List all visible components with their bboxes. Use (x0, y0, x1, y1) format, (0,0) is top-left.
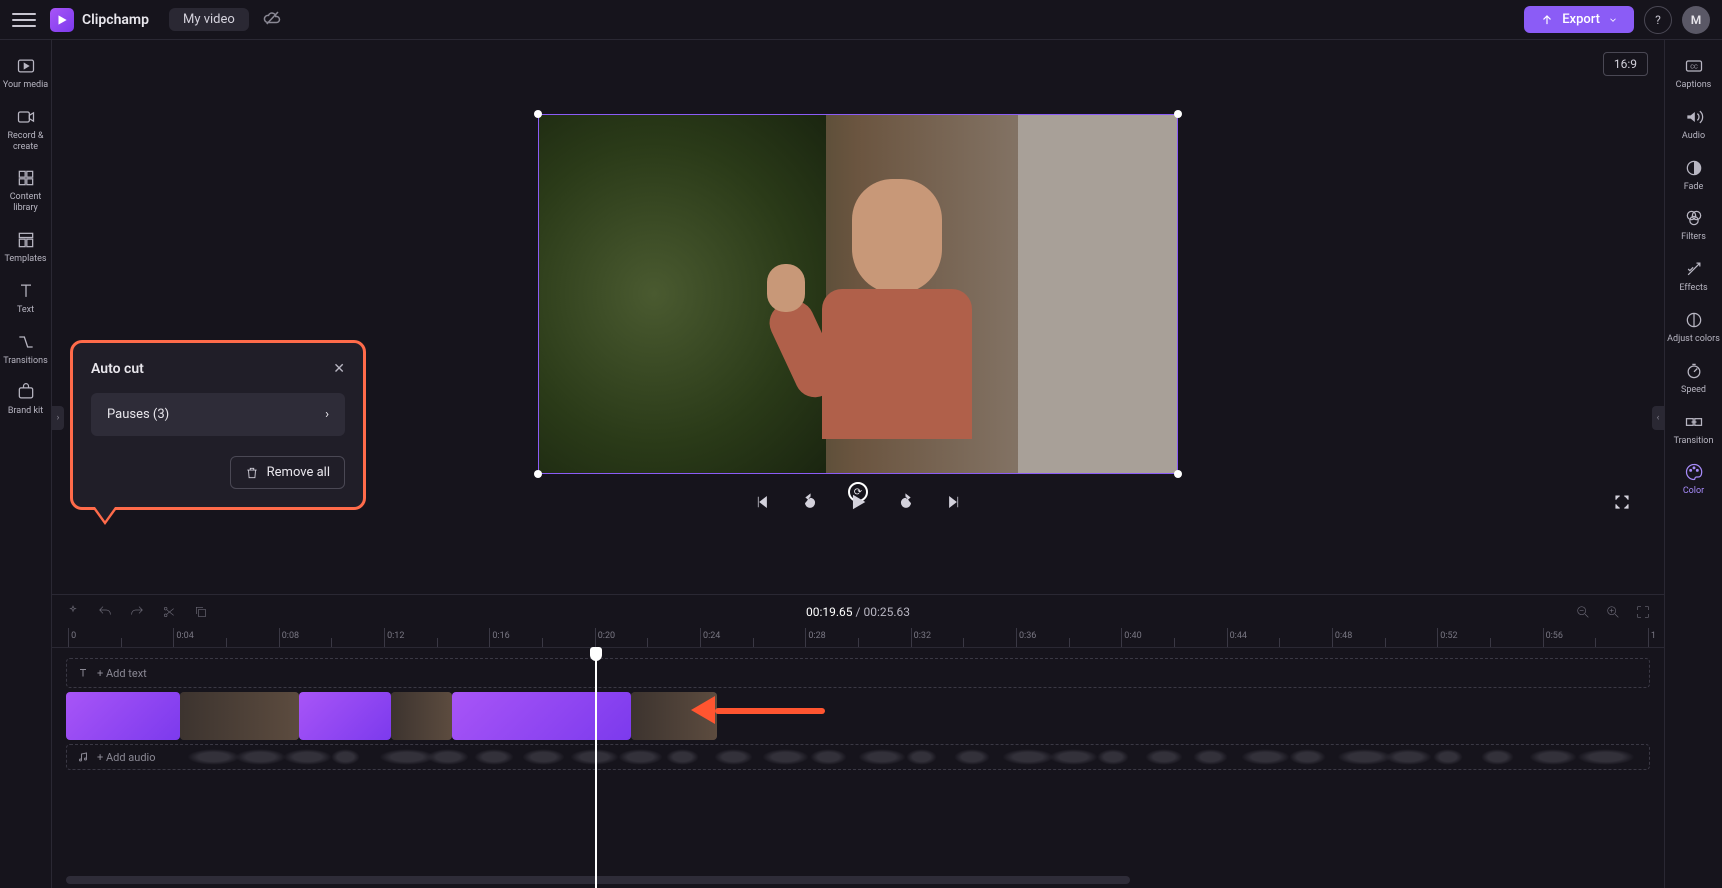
horizontal-scrollbar[interactable] (66, 876, 1130, 884)
add-text-label: + Add text (97, 667, 147, 680)
aspect-ratio-button[interactable]: 16:9 (1603, 52, 1648, 76)
pause-clip[interactable] (299, 692, 391, 740)
remove-all-label: Remove all (267, 465, 330, 480)
pauses-label: Pauses (3) (107, 407, 169, 422)
sidebar-item-effects[interactable]: Effects (1665, 251, 1722, 302)
video-clip[interactable] (391, 692, 453, 740)
zoom-out-button[interactable] (1574, 603, 1592, 621)
sidebar-item-brand-kit[interactable]: Brand kit (0, 374, 52, 425)
sidebar-item-templates[interactable]: Templates (0, 222, 52, 273)
magic-tool-button[interactable] (64, 603, 82, 621)
video-clip[interactable] (180, 692, 299, 740)
timeline-tracks: + Add text + Add audio (52, 648, 1664, 888)
export-button[interactable]: Export (1524, 6, 1634, 33)
autocut-panel: Auto cut ✕ Pauses (3) › Remove all (70, 340, 366, 510)
seek-forward-button[interactable] (894, 490, 918, 514)
redo-button[interactable] (128, 603, 146, 621)
sidebar-item-transition[interactable]: Transition (1665, 404, 1722, 455)
trash-icon (245, 466, 259, 480)
add-text-track[interactable]: + Add text (66, 658, 1650, 688)
timeline-time-display: 00:19.65 / 00:25.63 (806, 605, 910, 619)
skip-end-button[interactable] (942, 490, 966, 514)
sidebar-item-content-library[interactable]: Content library (0, 160, 52, 222)
pauses-row[interactable]: Pauses (3) › (91, 393, 345, 436)
sidebar-item-your-media[interactable]: Your media (0, 48, 52, 99)
resize-handle-tr[interactable] (1174, 110, 1182, 118)
upload-icon (1540, 13, 1554, 27)
sidebar-item-text[interactable]: Text (0, 273, 52, 324)
sidebar-item-color[interactable]: Color (1665, 454, 1722, 505)
zoom-in-button[interactable] (1604, 603, 1622, 621)
total-time: 00:25.63 (863, 605, 910, 619)
current-time: 00:19.65 (806, 605, 853, 619)
video-track[interactable] (66, 692, 1650, 740)
sidebar-item-captions[interactable]: CCCaptions (1665, 48, 1722, 99)
sidebar-item-fade[interactable]: Fade (1665, 150, 1722, 201)
brand-name: Clipchamp (82, 12, 149, 28)
add-audio-label: + Add audio (97, 751, 155, 764)
play-button[interactable] (846, 490, 870, 514)
left-sidebar: Your media Record & create Content libra… (0, 40, 52, 888)
seek-back-button[interactable] (798, 490, 822, 514)
right-sidebar: CCCaptions Audio Fade Filters Effects Ad… (1664, 40, 1722, 888)
chevron-right-icon: › (325, 407, 329, 422)
resize-handle-tl[interactable] (534, 110, 542, 118)
sidebar-item-speed[interactable]: Speed (1665, 353, 1722, 404)
audio-waveform (187, 749, 1639, 765)
pause-clip[interactable] (66, 692, 180, 740)
copy-button[interactable] (192, 603, 210, 621)
autocut-close-button[interactable]: ✕ (333, 361, 345, 377)
zoom-fit-button[interactable] (1634, 603, 1652, 621)
export-label: Export (1562, 12, 1600, 27)
svg-text:CC: CC (1690, 65, 1698, 71)
add-audio-track[interactable]: + Add audio (66, 744, 1650, 770)
expand-right-panel[interactable]: ‹ (1652, 406, 1664, 430)
video-frame-content (539, 115, 1177, 473)
clipchamp-logo (50, 8, 74, 32)
timeline-toolbar: 00:19.65 / 00:25.63 (52, 594, 1664, 628)
pause-clip[interactable] (452, 692, 631, 740)
sidebar-item-transitions[interactable]: Transitions (0, 324, 52, 375)
playhead[interactable] (595, 648, 597, 888)
help-button[interactable]: ? (1644, 6, 1672, 34)
music-note-icon (77, 751, 89, 763)
undo-button[interactable] (96, 603, 114, 621)
menu-button[interactable] (12, 8, 36, 32)
timeline-ruler[interactable]: 00:040:080:120:160:200:240:280:320:360:4… (52, 628, 1664, 648)
chevron-down-icon (1608, 15, 1618, 25)
sidebar-item-audio[interactable]: Audio (1665, 99, 1722, 150)
remove-all-button[interactable]: Remove all (230, 456, 345, 489)
sidebar-item-record-create[interactable]: Record & create (0, 99, 52, 161)
project-title[interactable]: My video (169, 8, 249, 31)
text-icon (77, 667, 89, 679)
autocut-title: Auto cut (91, 361, 144, 377)
skip-start-button[interactable] (750, 490, 774, 514)
sync-status-icon (263, 9, 281, 31)
sidebar-item-adjust-colors[interactable]: Adjust colors (1665, 302, 1722, 353)
split-button[interactable] (160, 603, 178, 621)
preview-area: 16:9 ⟳ (52, 40, 1664, 594)
video-clip[interactable] (631, 692, 717, 740)
sidebar-item-filters[interactable]: Filters (1665, 200, 1722, 251)
video-canvas[interactable] (538, 114, 1178, 474)
fullscreen-button[interactable] (1610, 490, 1634, 514)
user-avatar[interactable]: M (1682, 6, 1710, 34)
